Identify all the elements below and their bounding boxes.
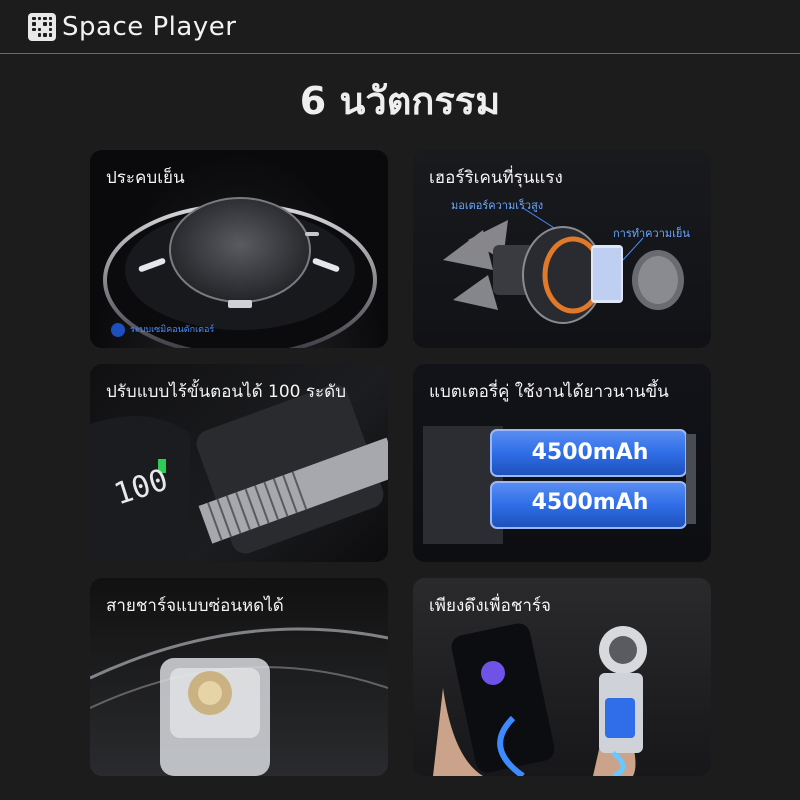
motor-label: มอเตอร์ความเร็วสูง bbox=[451, 199, 544, 212]
feature-card-hurricane: เฮอร์ริเคนที่รุนแรง มอเตอร์ความเร็วสูง ก… bbox=[413, 150, 711, 348]
page-title: 6 นวัตกรรม bbox=[299, 79, 501, 123]
feature-card-stepless: ปรับแบบไร้ขั้นตอนได้ 100 ระดับ 100 bbox=[90, 364, 388, 562]
card-caption: สายชาร์จแบบซ่อนหดได้ bbox=[106, 596, 284, 616]
card-caption: แบตเตอรี่คู่ ใช้งานได้ยาวนานขึ้น bbox=[429, 382, 669, 402]
semiconductor-label: ระบบเซมิคอนดักเตอร์ bbox=[130, 325, 215, 335]
top-bar: Space Player bbox=[0, 0, 800, 54]
feature-card-pull-to-charge: เพียงดึงเพื่อชาร์จ bbox=[413, 578, 711, 776]
card-caption: เฮอร์ริเคนที่รุนแรง bbox=[429, 168, 563, 188]
card-caption: ปรับแบบไร้ขั้นตอนได้ 100 ระดับ bbox=[106, 382, 346, 402]
feature-card-dual-battery: แบตเตอรี่คู่ ใช้งานได้ยาวนานขึ้น 4500mAh… bbox=[413, 364, 711, 562]
feature-card-retractable-cable: สายชาร์จแบบซ่อนหดได้ bbox=[90, 578, 388, 776]
card-caption: เพียงดึงเพื่อชาร์จ bbox=[429, 596, 552, 616]
brand-name[interactable]: Space Player bbox=[62, 12, 236, 42]
feature-card-cold-compress: ประคบเย็น ระบบเซมิคอนดักเตอร์ bbox=[90, 150, 388, 348]
cooling-label: การทำความเย็น bbox=[613, 227, 690, 240]
card-caption: ประคบเย็น bbox=[106, 168, 185, 188]
battery-capacity-bottom: 4500mAh bbox=[531, 490, 649, 515]
battery-capacity-top: 4500mAh bbox=[531, 440, 649, 465]
grid-logo-icon bbox=[28, 12, 56, 41]
